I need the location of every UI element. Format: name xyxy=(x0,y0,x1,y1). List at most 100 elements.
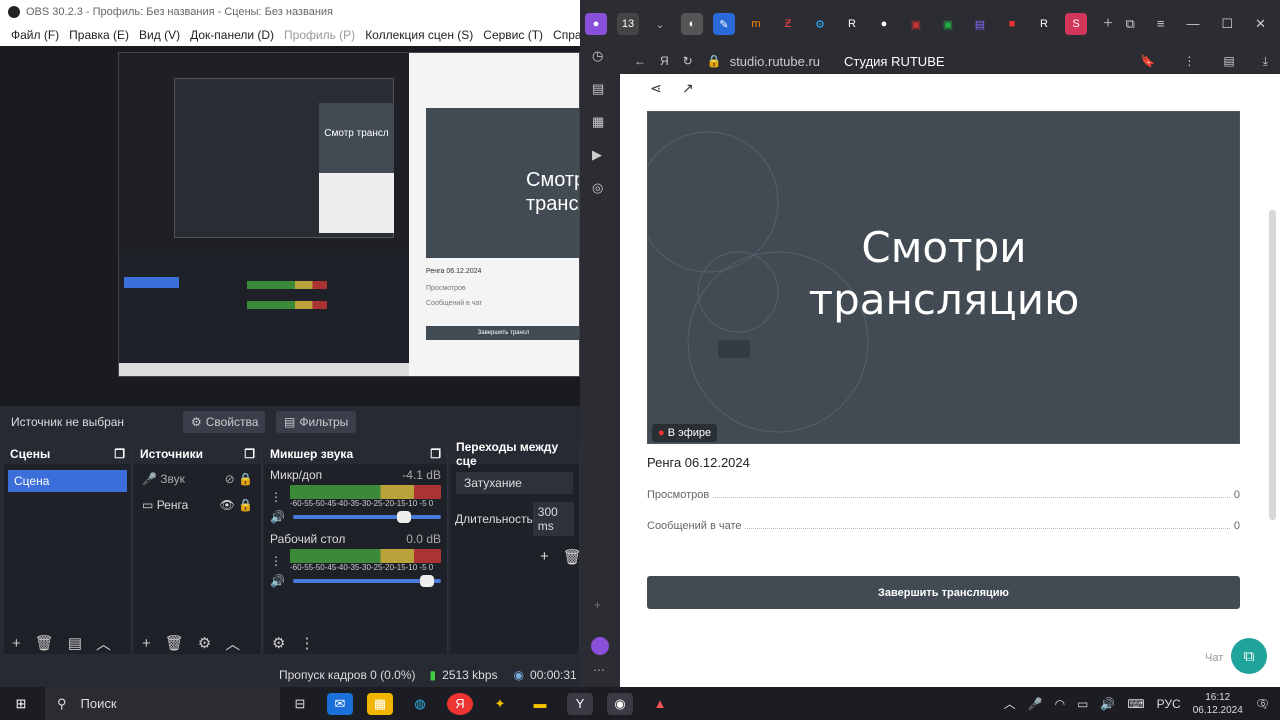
filter-icon[interactable]: ▤ xyxy=(68,634,82,652)
tab-favicon-1[interactable]: ◐ xyxy=(681,13,703,35)
screenshot-icon[interactable]: ◎ xyxy=(592,180,604,196)
undock-icon[interactable]: ❐ xyxy=(430,447,441,461)
add-icon[interactable]: + xyxy=(12,635,21,652)
keyboard-icon[interactable]: ⌨ xyxy=(1127,697,1144,711)
reader-icon[interactable]: ▤ xyxy=(1223,54,1234,69)
more-icon[interactable]: ⋮ xyxy=(270,554,282,568)
more-icon[interactable]: ⋮ xyxy=(270,490,282,504)
desktop-volume-slider[interactable] xyxy=(292,575,441,587)
end-stream-button[interactable]: Завершить трансляцию xyxy=(647,576,1240,609)
lock-icon[interactable]: 🔒 xyxy=(238,472,253,486)
external-link-icon[interactable]: ↗ xyxy=(682,80,694,97)
menu-view[interactable]: Вид (V) xyxy=(134,28,185,42)
url-text[interactable]: studio.rutube.ru xyxy=(730,54,820,69)
undock-icon[interactable]: ❐ xyxy=(114,447,125,461)
history-icon[interactable]: ◷ xyxy=(592,48,604,64)
stream-video[interactable]: Смотри трансляцию ● В эфире xyxy=(647,111,1240,444)
back-icon[interactable]: ← xyxy=(634,54,646,68)
app-red-icon[interactable]: ▲ xyxy=(647,693,673,715)
play-icon[interactable]: ▶ xyxy=(592,147,604,163)
lock-icon[interactable]: 🔒 xyxy=(238,498,253,512)
collections-icon[interactable]: ⧉ xyxy=(1126,16,1135,32)
transition-select[interactable]: Затухание xyxy=(456,472,573,494)
scene-item[interactable]: Сцена xyxy=(8,470,127,492)
store-icon[interactable]: ▦ xyxy=(367,692,393,715)
trash-icon[interactable]: 🗑 xyxy=(165,634,184,652)
speaker-icon[interactable]: 🔊 xyxy=(270,510,285,524)
bookmark-icon[interactable]: 🔖 xyxy=(1140,54,1155,69)
network-icon[interactable]: ◠ xyxy=(1055,697,1065,711)
reload-icon[interactable]: ↻ xyxy=(683,54,693,68)
battery-icon[interactable]: ▭ xyxy=(1077,697,1088,711)
mail-icon[interactable]: ✉ xyxy=(327,692,353,715)
tab-favicon-3[interactable]: m xyxy=(745,13,767,35)
chevron-up-icon[interactable]: ︿ xyxy=(1004,695,1016,712)
tab-favicon-10[interactable]: ▤ xyxy=(969,13,991,35)
gear-icon[interactable]: ⚙ xyxy=(198,634,211,652)
tab-favicon-5[interactable]: ⚙ xyxy=(809,13,831,35)
menu-file[interactable]: Файл (F) xyxy=(6,28,64,42)
more-icon[interactable]: ⋯ xyxy=(593,663,605,677)
chevron-up-icon[interactable]: ︿ xyxy=(96,633,111,654)
menu-profile[interactable]: Профиль (P) xyxy=(279,28,360,42)
yandex-browser-icon[interactable]: Y xyxy=(567,692,593,715)
tab-favicon-7[interactable]: ● xyxy=(873,13,895,35)
search-box[interactable]: ⚲ Поиск xyxy=(45,687,280,720)
speaker-icon[interactable]: 🔊 xyxy=(270,574,285,588)
yandex-icon[interactable]: Я xyxy=(447,692,473,715)
tab-favicon-12[interactable]: R xyxy=(1033,13,1055,35)
tab-favicon-8[interactable]: ▣ xyxy=(905,13,927,35)
obs-icon[interactable]: ◉ xyxy=(607,692,633,715)
clock[interactable]: 16:12 06.12.2024 xyxy=(1193,691,1243,717)
tab-favicon-11[interactable]: ■ xyxy=(1001,13,1023,35)
source-item-audio[interactable]: 🎤 Звук ⊘ 🔒 xyxy=(142,472,253,486)
language-indicator[interactable]: РУС xyxy=(1157,697,1181,711)
mic-volume-slider[interactable] xyxy=(292,511,441,523)
trash-icon[interactable]: 🗑 xyxy=(563,548,582,566)
desktop-volume-knob[interactable] xyxy=(419,575,434,587)
calendar-icon[interactable]: ▦ xyxy=(592,114,604,130)
tab-favicon-6[interactable]: R xyxy=(841,13,863,35)
mic-icon[interactable]: 🎤 xyxy=(1028,697,1043,711)
edge-icon[interactable]: ◍ xyxy=(407,693,433,715)
duration-input[interactable]: 300 ms xyxy=(532,502,574,536)
tab-active-rutube[interactable]: S xyxy=(1065,13,1087,35)
app-icon[interactable]: ✦ xyxy=(487,693,513,715)
menu-scene-collection[interactable]: Коллекция сцен (S) xyxy=(360,28,478,42)
windows-start-icon[interactable]: ⊞ xyxy=(8,693,34,715)
task-view-icon[interactable]: ⊟ xyxy=(287,693,313,715)
volume-icon[interactable]: 🔊 xyxy=(1100,697,1115,711)
mic-volume-knob[interactable] xyxy=(397,511,412,523)
add-icon[interactable]: + xyxy=(142,635,151,652)
menu-tools[interactable]: Сервис (T) xyxy=(478,28,548,42)
new-tab-icon[interactable]: + xyxy=(1097,13,1119,35)
notification-icon[interactable]: 🗨 6 xyxy=(1255,697,1270,711)
add-icon[interactable]: + xyxy=(540,548,549,566)
alice-icon[interactable]: ● xyxy=(585,13,607,35)
maximize-icon[interactable]: ☐ xyxy=(1221,16,1233,32)
minimize-icon[interactable]: — xyxy=(1186,16,1199,32)
properties-button[interactable]: ⚙ Свойства xyxy=(183,411,265,433)
folder-icon[interactable]: ▬ xyxy=(527,693,553,715)
close-icon[interactable]: ✕ xyxy=(1255,16,1266,32)
scrollbar[interactable] xyxy=(1269,210,1276,520)
trash-icon[interactable]: 🗑 xyxy=(35,634,54,652)
eye-icon[interactable]: 👁 xyxy=(219,498,234,512)
gear-icon[interactable]: ⚙ xyxy=(272,634,285,652)
chevron-up-icon[interactable]: ︿ xyxy=(225,633,240,654)
add-sidebar-icon[interactable]: + xyxy=(594,598,601,612)
menu-docks[interactable]: Док-панели (D) xyxy=(185,28,279,42)
tab-favicon-9[interactable]: ▣ xyxy=(937,13,959,35)
yandex-icon[interactable]: Я xyxy=(660,54,669,68)
share-icon[interactable]: ⋖ xyxy=(650,80,662,97)
tab-favicon-2[interactable]: ✎ xyxy=(713,13,735,35)
more-icon[interactable]: ⋮ xyxy=(1183,54,1195,69)
alice-icon[interactable] xyxy=(591,637,609,655)
filters-button[interactable]: ▤ Фильтры xyxy=(276,411,356,433)
undock-icon[interactable]: ❐ xyxy=(244,447,255,461)
tab-favicon-4[interactable]: Ƶ xyxy=(777,13,799,35)
source-item-display[interactable]: ▭ Ренга 👁 🔒 xyxy=(142,498,253,512)
more-icon[interactable]: ⋮ xyxy=(299,634,314,652)
download-icon[interactable]: ⤓ xyxy=(1263,54,1268,69)
menu-icon[interactable]: ≡ xyxy=(1157,16,1165,32)
